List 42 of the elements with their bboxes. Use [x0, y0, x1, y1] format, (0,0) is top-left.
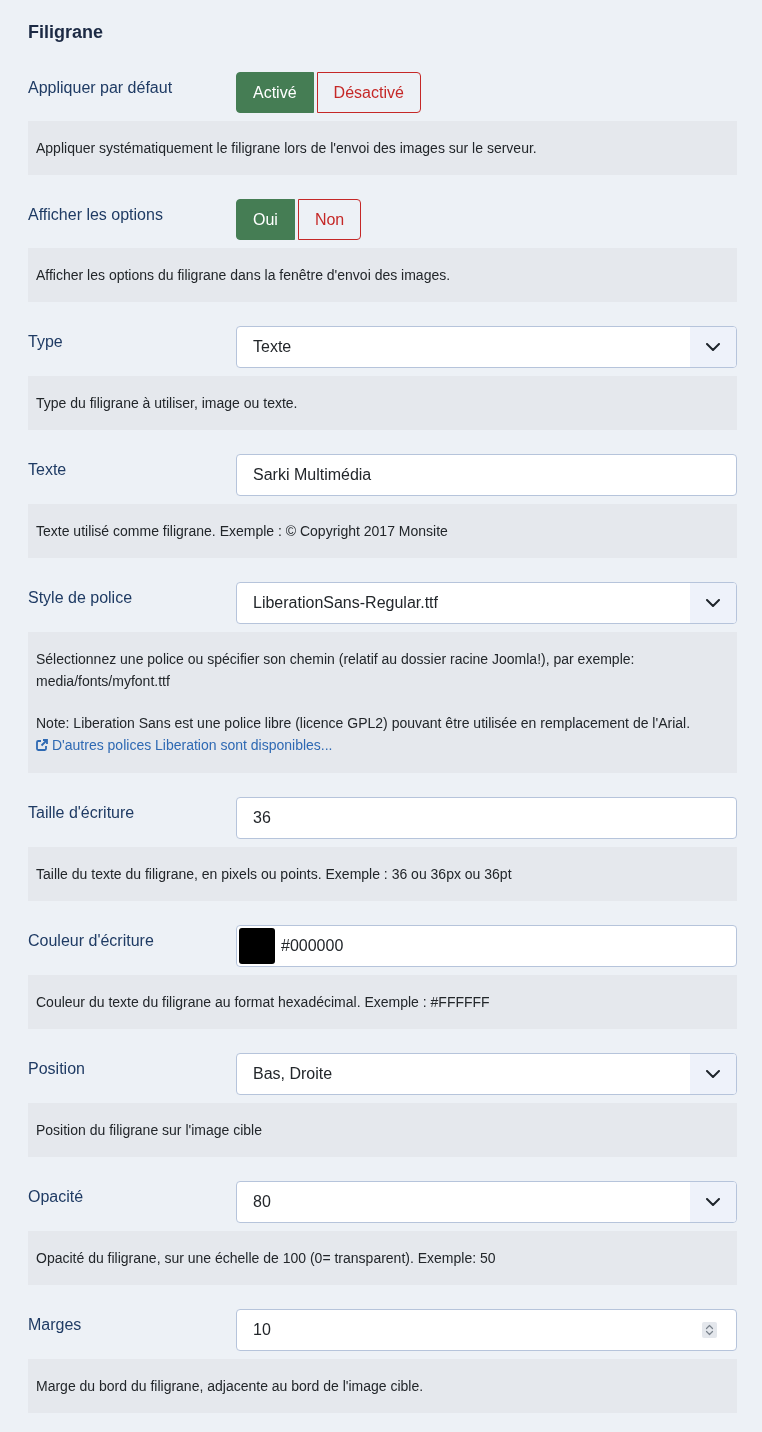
help-text: Opacité du filigrane, sur une échelle de 100 (0= transparent). Exemple: 50 — [36, 1249, 497, 1268]
text-field[interactable]: 36 — [236, 797, 737, 839]
field-label: Marges — [28, 1315, 82, 1335]
spin-arrows-icon[interactable] — [702, 1322, 717, 1338]
number-field[interactable]: 10 — [236, 1309, 737, 1351]
field-label: Position — [28, 1059, 85, 1079]
field-label: Texte — [28, 460, 67, 480]
select-field[interactable]: 80 — [236, 1181, 737, 1223]
toggle-button[interactable]: Désactivé — [316, 72, 421, 113]
text-field[interactable]: Sarki Multimédia — [236, 454, 737, 496]
chevron-down-icon — [706, 1070, 720, 1078]
field-label: Opacité — [28, 1187, 84, 1207]
field-label: Appliquer par défaut — [28, 78, 173, 98]
color-field[interactable]: #000000 — [236, 925, 737, 967]
help-text: Position du filigrane sur l'image cible — [36, 1121, 263, 1140]
field-label: Style de police — [28, 588, 133, 608]
help-text: Couleur du texte du filigrane au format hexadécimal. Exemple : #FFFFFF — [36, 993, 491, 1012]
help-text: Taille du texte du filigrane, en pixels ou points. Exemple : 36 ou 36px ou 36pt — [36, 865, 513, 884]
help-text: Marge du bord du filigrane, adjacente au bord de l'image cible. — [36, 1377, 425, 1396]
section-heading: Filigrane — [28, 21, 103, 44]
help-text: Note: Liberation Sans est une police libre (licence GPL2) pouvant être utilisée en remplacement de l'Arial. — [36, 714, 692, 733]
chevron-down-icon — [706, 1198, 720, 1206]
help-text: Appliquer systématiquement le filigrane lors de l'envoi des images sur le serveur. — [36, 139, 538, 158]
help-text: Sélectionnez une police ou spécifier son chemin (relatif au dossier racine Joomla!), par exemple: media/fonts/myfont.ttf — [36, 650, 636, 691]
chevron-down-icon — [706, 599, 720, 607]
external-link[interactable]: D'autres polices Liberation sont disponibles... — [36, 734, 333, 756]
external-link-icon — [36, 739, 48, 751]
toggle-button[interactable]: Non — [297, 199, 362, 240]
field-label: Couleur d'écriture — [28, 931, 154, 951]
field-label: Afficher les options — [28, 205, 163, 225]
chevron-down-icon — [706, 343, 720, 351]
toggle-button[interactable]: Oui — [236, 199, 295, 240]
field-label: Taille d'écriture — [28, 803, 135, 823]
help-text: Afficher les options du filigrane dans la fenêtre d'envoi des images. — [36, 266, 452, 285]
help-text: Type du filigrane à utiliser, image ou texte. — [36, 394, 299, 413]
toggle-button[interactable]: Activé — [236, 72, 314, 113]
select-field[interactable]: LiberationSans-Regular.ttf — [236, 582, 737, 624]
help-text: Texte utilisé comme filigrane. Exemple : © Copyright 2017 Monsite — [36, 522, 449, 541]
color-swatch-icon[interactable] — [239, 928, 275, 964]
field-label: Type — [28, 332, 63, 352]
select-field[interactable]: Bas, Droite — [236, 1053, 737, 1095]
select-field[interactable]: Texte — [236, 326, 737, 368]
